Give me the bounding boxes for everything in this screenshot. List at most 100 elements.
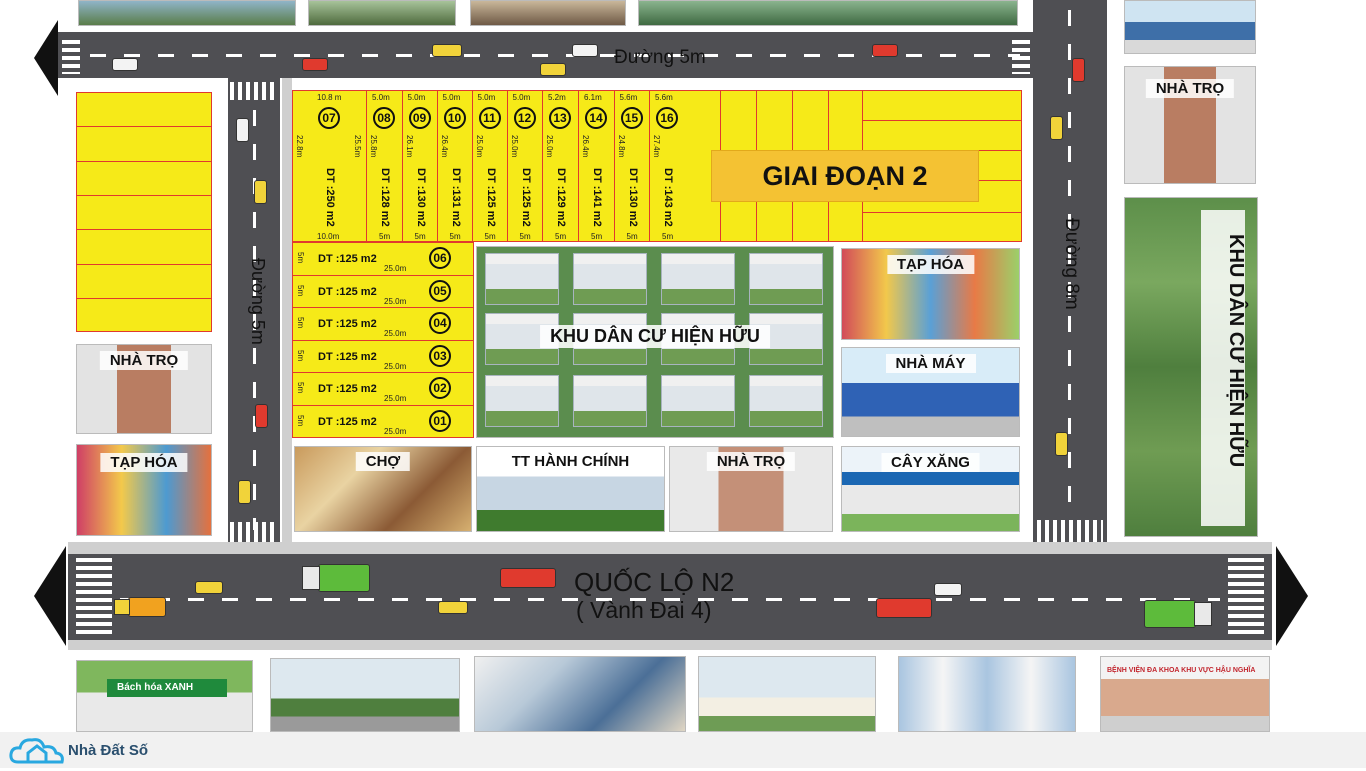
highway-name: QUỐC LỘ N2 [574, 567, 735, 597]
lot-divider [76, 126, 212, 128]
lot-frontage: 5m [555, 232, 567, 241]
lot-depth: 26.4m [440, 135, 449, 158]
lot-area: DT :125 m2 [519, 168, 532, 227]
car [872, 44, 898, 57]
lot-area: DT :125 m2 [318, 253, 377, 265]
car [876, 598, 932, 618]
lot-divider [542, 90, 543, 242]
lot-frontage: 5m [484, 232, 496, 241]
car [1050, 116, 1063, 140]
bottom-photo-2 [270, 658, 460, 732]
tap-hoa-right-photo: TẠP HÓA [841, 248, 1020, 340]
lot-divider [862, 120, 1022, 121]
house [749, 375, 823, 427]
lot-width: 5.0m [512, 93, 531, 102]
lot-area: DT :131 m2 [449, 168, 462, 227]
house [485, 253, 559, 305]
car [438, 601, 468, 614]
lot-depth: 25.0m [384, 394, 407, 404]
lot-divider [292, 405, 474, 406]
lot-depth: 25.0m [475, 135, 484, 158]
top-road-name: Đường 5m [614, 47, 706, 68]
lot-frontage: 5m [626, 232, 638, 241]
lot-divider [649, 90, 650, 242]
lot-frontage: 5m [591, 232, 603, 241]
watermark-bar [0, 732, 1366, 768]
lot-number[interactable]: 12 [513, 107, 536, 129]
lot-frontage: 10.0m [317, 232, 340, 241]
lot-width: 5.2m [548, 93, 566, 102]
nha-tro-right-label: NHÀ TRỌ [1145, 79, 1235, 98]
lot-depth: 25.0m [384, 427, 407, 436]
tap-hoa-right-label: TẠP HÓA [886, 255, 975, 274]
house [749, 253, 823, 305]
lot-number[interactable]: 06 [429, 247, 451, 269]
house [573, 253, 647, 305]
nha-may-label: NHÀ MÁY [885, 354, 976, 373]
car [1055, 432, 1068, 456]
highway-curb-bottom [68, 640, 1272, 650]
top-photo-1 [78, 0, 296, 26]
lot-depth: 25.0m [510, 135, 519, 158]
lot-number[interactable]: 05 [429, 279, 451, 302]
highway-subname: ( Vành Đai 4) [576, 597, 712, 623]
benh-vien-photo: BỆNH VIỆN ĐA KHOA KHU VỰC HẬU NGHĨA [1100, 656, 1270, 732]
lot-area: DT :130 m2 [626, 168, 639, 227]
lot-frontage: 5m [296, 317, 305, 329]
cay-xang-label: CÂY XĂNG [881, 453, 980, 472]
lot-frontage: 5m [296, 349, 305, 361]
lot-area: DT :125 m2 [318, 383, 377, 396]
existing-residential-right-label: KHU DÂN CƯ HIỆN HỮU [1225, 234, 1247, 468]
nha-may-photo: NHÀ MÁY [841, 347, 1020, 437]
lot-area: DT :130 m2 [414, 168, 427, 227]
lot-number[interactable]: 10 [443, 107, 466, 129]
lot-frontage: 5m [414, 232, 426, 241]
lot-divider [292, 307, 474, 309]
lot-number[interactable]: 01 [429, 410, 451, 432]
lot-number[interactable]: 13 [549, 107, 571, 129]
lot-area: DT :128 m2 [379, 168, 391, 227]
lot-number[interactable]: 03 [429, 344, 451, 367]
lot-divider [507, 90, 508, 242]
lot-width: 5.0m [477, 93, 496, 102]
lot-width: 5.6m [655, 93, 673, 102]
lot-depth: 25.0m [384, 264, 407, 273]
top-road-arrow-icon [34, 20, 58, 96]
lot-depth: 27.4m [652, 135, 661, 158]
lot-area: DT :125 m2 [318, 416, 377, 428]
nha-tro-mid-photo: NHÀ TRỌ [669, 446, 833, 532]
highway-crosswalk-left [76, 558, 112, 636]
lot-number[interactable]: 07 [318, 107, 340, 129]
house-cloud-icon [8, 734, 66, 766]
truck-cab [1194, 602, 1212, 626]
lot-area: DT :125 m2 [484, 168, 497, 227]
bottom-photo-5 [898, 656, 1076, 732]
lot-divider [862, 212, 1022, 213]
lot-divider [76, 160, 212, 162]
lot-divider [76, 263, 212, 265]
lot-number[interactable]: 08 [373, 107, 395, 129]
lot-frontage: 5m [296, 252, 305, 264]
lot-number[interactable]: 09 [408, 107, 431, 129]
watermark-text: Nhà Đất Số [68, 742, 149, 759]
car [255, 404, 268, 428]
lot-depth: 26.1m [405, 135, 414, 158]
lot-number[interactable]: 11 [478, 107, 501, 129]
lot-number[interactable]: 16 [656, 107, 678, 129]
lot-depth: 25.0m [384, 329, 407, 339]
lot-depth: 24.8m [617, 135, 626, 158]
car [302, 58, 328, 71]
lot-frontage: 5m [296, 382, 305, 394]
top-photo-4 [638, 0, 1018, 26]
highway-crosswalk-right [1228, 558, 1264, 636]
nha-tro-mid-label: NHÀ TRỌ [706, 452, 796, 471]
truck [1144, 600, 1196, 628]
lot-area: DT :125 m2 [318, 318, 377, 331]
lot-depth: 22.8m [295, 135, 304, 158]
lot-number[interactable]: 14 [585, 107, 607, 129]
lot-number[interactable]: 15 [620, 107, 643, 129]
car [195, 581, 223, 594]
lot-frontage: 5m [296, 284, 305, 296]
lot-width: 5.0m [442, 93, 461, 102]
lot-width: 10.8 m [317, 93, 342, 102]
